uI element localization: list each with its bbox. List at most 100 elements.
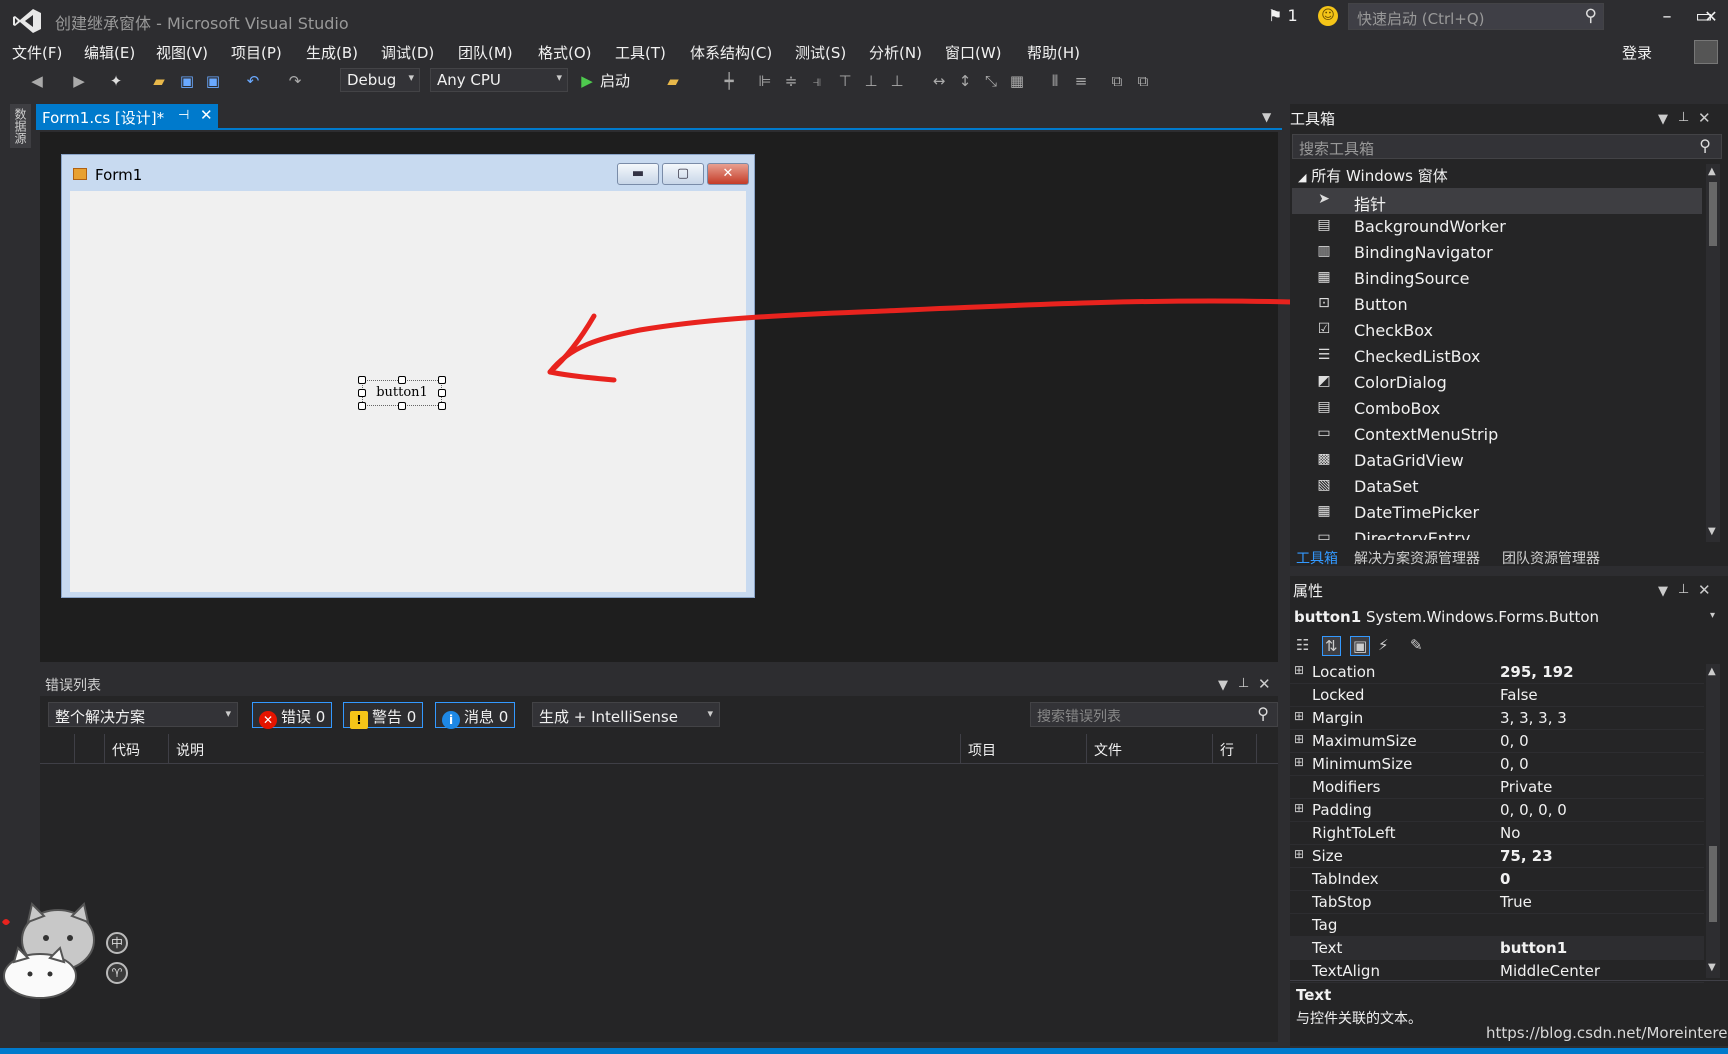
- toolbox-group-header[interactable]: ◢ 所有 Windows 窗体: [1298, 165, 1448, 186]
- resize-handle[interactable]: [358, 402, 366, 410]
- messages-filter-button[interactable]: i 消息 0: [435, 702, 516, 729]
- menu-build[interactable]: 生成(B): [306, 42, 358, 63]
- property-row[interactable]: TextAlign MiddleCenter: [1290, 960, 1704, 983]
- chevron-down-icon[interactable]: ▼: [1262, 110, 1271, 124]
- save-all-icon[interactable]: ▣: [204, 72, 222, 90]
- toolbox-item-bindingsource[interactable]: ▦ BindingSource: [1292, 266, 1702, 292]
- pin-icon[interactable]: ⊣: [178, 108, 189, 123]
- minimize-button[interactable]: –: [1650, 4, 1684, 30]
- column-code[interactable]: 代码: [112, 740, 140, 760]
- property-value[interactable]: False: [1500, 686, 1538, 704]
- close-icon[interactable]: ✕: [1698, 109, 1711, 127]
- redo-icon[interactable]: ↷: [286, 72, 304, 90]
- properties-icon[interactable]: ▣: [1350, 636, 1371, 656]
- menu-view[interactable]: 视图(V): [156, 42, 208, 63]
- property-row[interactable]: ⊞ MinimumSize 0, 0: [1290, 753, 1704, 776]
- menu-format[interactable]: 格式(O): [538, 42, 592, 63]
- property-value[interactable]: 295, 192: [1500, 663, 1574, 681]
- pin-icon[interactable]: ⊥: [1678, 110, 1689, 125]
- toolbox-item-checkbox[interactable]: ☑ CheckBox: [1292, 318, 1702, 344]
- property-value[interactable]: 0, 0: [1500, 732, 1529, 750]
- close-icon[interactable]: ✕: [1258, 675, 1271, 693]
- resize-handle[interactable]: [398, 376, 406, 384]
- categorized-icon[interactable]: ☷: [1296, 636, 1309, 654]
- toolbox-item-contextmenustrip[interactable]: ▭ ContextMenuStrip: [1292, 422, 1702, 448]
- toolbox-item-colordialog[interactable]: ◩ ColorDialog: [1292, 370, 1702, 396]
- property-value[interactable]: 0, 0, 0, 0: [1500, 801, 1567, 819]
- toolbox-item-datetimepicker[interactable]: ▦ DateTimePicker: [1292, 500, 1702, 526]
- toolbox-item-backgroundworker[interactable]: ▤ BackgroundWorker: [1292, 214, 1702, 240]
- error-scope-dropdown[interactable]: 整个解决方案 ▾: [48, 702, 238, 727]
- menu-test[interactable]: 测试(S): [795, 42, 846, 63]
- align-centers-icon[interactable]: ≑: [782, 72, 800, 90]
- open-file-icon[interactable]: ▰: [150, 72, 168, 90]
- property-row[interactable]: RightToLeft No: [1290, 822, 1704, 845]
- expand-icon[interactable]: ⊞: [1294, 755, 1306, 769]
- property-row[interactable]: Modifiers Private: [1290, 776, 1704, 799]
- expand-icon[interactable]: ⊞: [1294, 847, 1306, 861]
- errors-filter-button[interactable]: ✕ 错误 0: [252, 702, 333, 729]
- save-icon[interactable]: ▣: [178, 72, 196, 90]
- tab-toolbox[interactable]: 工具箱: [1296, 548, 1338, 568]
- toolbox-item-directoryentry[interactable]: ▭ DirectoryEntry: [1292, 526, 1702, 540]
- form-maximize-button[interactable]: ▢: [662, 163, 704, 185]
- feedback-smiley-icon[interactable]: ☺: [1318, 6, 1338, 26]
- form-minimize-button[interactable]: ▬: [617, 163, 659, 185]
- property-value[interactable]: 0, 0: [1500, 755, 1529, 773]
- property-row[interactable]: ⊞ Location 295, 192: [1290, 661, 1704, 684]
- property-value[interactable]: No: [1500, 824, 1520, 842]
- align-middles-icon[interactable]: ⊥: [862, 72, 880, 90]
- vertical-spacing-icon[interactable]: ≡: [1072, 72, 1090, 90]
- expand-icon[interactable]: ⊞: [1294, 709, 1306, 723]
- property-value[interactable]: True: [1500, 893, 1532, 911]
- tab-team-explorer[interactable]: 团队资源管理器: [1502, 548, 1600, 568]
- scroll-down-icon[interactable]: ▼: [1708, 962, 1716, 973]
- start-button[interactable]: 启动: [600, 72, 650, 90]
- scroll-down-icon[interactable]: ▼: [1708, 526, 1716, 537]
- chevron-down-icon[interactable]: ▼: [1658, 112, 1668, 127]
- bring-to-front-icon[interactable]: ⧉: [1108, 72, 1126, 90]
- property-row[interactable]: ⊞ Padding 0, 0, 0, 0: [1290, 799, 1704, 822]
- column-line[interactable]: 行: [1220, 740, 1234, 760]
- play-icon[interactable]: ▶: [578, 72, 596, 90]
- scroll-up-icon[interactable]: ▲: [1708, 166, 1716, 177]
- property-row[interactable]: Tag: [1290, 914, 1704, 937]
- avatar[interactable]: [1694, 40, 1718, 64]
- toolbox-item-pointer[interactable]: ➤ 指针: [1292, 188, 1702, 214]
- column-description[interactable]: 说明: [176, 740, 204, 760]
- events-lightning-icon[interactable]: ⚡: [1378, 636, 1389, 654]
- property-row[interactable]: ⊞ Margin 3, 3, 3, 3: [1290, 707, 1704, 730]
- toolbox-item-checkedlistbox[interactable]: ☰ CheckedListBox: [1292, 344, 1702, 370]
- ime-badge[interactable]: 中: [106, 932, 128, 954]
- pin-icon[interactable]: ⊥: [1678, 582, 1689, 597]
- properties-scrollbar[interactable]: [1706, 664, 1720, 978]
- ime-option-badge[interactable]: ♈: [106, 962, 128, 984]
- property-row[interactable]: TabStop True: [1290, 891, 1704, 914]
- resize-handle[interactable]: [398, 402, 406, 410]
- menu-project[interactable]: 项目(P): [231, 42, 282, 63]
- menu-edit[interactable]: 编辑(E): [84, 42, 135, 63]
- warnings-filter-button[interactable]: ! 警告 0: [343, 702, 424, 729]
- pin-icon[interactable]: ⊥: [1238, 676, 1249, 691]
- property-row[interactable]: Text button1: [1290, 937, 1704, 960]
- menu-analyze[interactable]: 分析(N): [869, 42, 922, 63]
- quick-launch-input[interactable]: 快速启动 (Ctrl+Q) ⚲: [1348, 3, 1604, 30]
- build-filter-dropdown[interactable]: 生成 + IntelliSense ▾: [532, 702, 720, 727]
- property-value[interactable]: 3, 3, 3, 3: [1500, 709, 1567, 727]
- expand-icon[interactable]: ⊞: [1294, 801, 1306, 815]
- resize-handle[interactable]: [358, 376, 366, 384]
- toolbox-search-input[interactable]: 搜索工具箱 ⚲: [1292, 134, 1722, 159]
- configuration-dropdown[interactable]: Debug ▾: [340, 68, 420, 92]
- platform-dropdown[interactable]: Any CPU ▾: [430, 68, 568, 92]
- error-search-input[interactable]: 搜索错误列表 ⚲: [1030, 702, 1278, 727]
- align-bottoms-icon[interactable]: ⊥: [888, 72, 906, 90]
- resize-handle[interactable]: [438, 402, 446, 410]
- property-pages-wrench-icon[interactable]: ✎: [1410, 636, 1423, 654]
- toolbox-item-button[interactable]: ⊡ Button: [1292, 292, 1702, 318]
- make-same-height-icon[interactable]: ↕: [956, 72, 974, 90]
- chevron-down-icon[interactable]: ▼: [1658, 584, 1668, 599]
- chevron-down-icon[interactable]: ▼: [1218, 678, 1228, 693]
- undo-icon[interactable]: ↶: [244, 72, 262, 90]
- alphabetical-icon[interactable]: ⇅: [1322, 636, 1341, 656]
- size-to-grid-icon[interactable]: ▦: [1008, 72, 1026, 90]
